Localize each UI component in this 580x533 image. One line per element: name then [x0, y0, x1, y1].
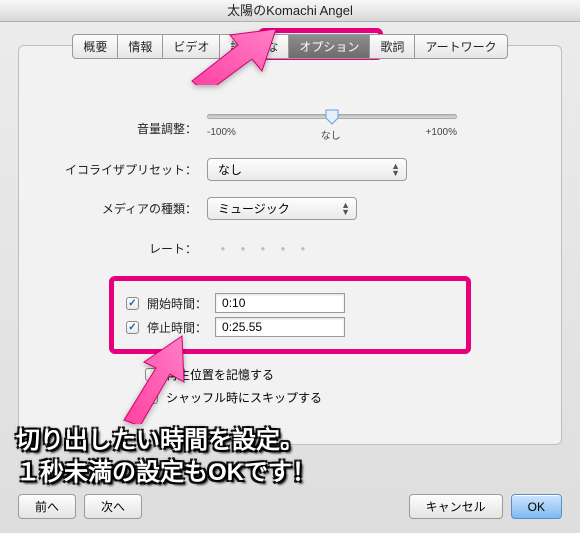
stop-time-checkbox[interactable]	[126, 321, 139, 334]
tab-options[interactable]: オプション	[288, 34, 369, 59]
volume-slider[interactable]	[207, 114, 457, 119]
rate-row: レート： ・・・・・	[39, 236, 541, 260]
volume-tick-labels: -100% なし +100%	[207, 127, 457, 142]
button-bar: 前へ 次へ キャンセル OK	[18, 494, 562, 519]
volume-max: +100%	[426, 127, 457, 142]
eq-select[interactable]: なし ▲▼	[207, 158, 407, 181]
ok-button[interactable]: OK	[511, 494, 562, 519]
shuffle-row: シャッフル時にスキップする	[145, 389, 541, 406]
media-select[interactable]: ミュージック ▲▼	[207, 197, 357, 220]
eq-row: イコライザプリセット： なし ▲▼	[39, 158, 541, 181]
updown-icon: ▲▼	[391, 163, 400, 177]
eq-label: イコライザプリセット：	[39, 161, 207, 178]
media-value: ミュージック	[218, 200, 290, 217]
annotation-caption: 切り出したい時間を設定。 １秒未満の設定もOKです！	[16, 425, 316, 489]
start-time-label: 開始時間：	[147, 295, 207, 312]
tab-info[interactable]: 情報	[117, 34, 162, 59]
window-title: 太陽のKomachi Angel	[0, 0, 580, 22]
volume-label: 音量調整：	[39, 120, 207, 137]
next-button[interactable]: 次へ	[84, 494, 142, 519]
volume-slider-wrap: -100% なし +100%	[207, 114, 541, 142]
media-row: メディアの種類： ミュージック ▲▼	[39, 197, 541, 220]
start-time-row: 開始時間：	[126, 293, 454, 313]
media-label: メディアの種類：	[39, 200, 207, 217]
volume-mid: なし	[321, 127, 341, 142]
volume-min: -100%	[207, 127, 236, 142]
eq-value: なし	[218, 161, 242, 178]
updown-icon: ▲▼	[341, 202, 350, 216]
cancel-button[interactable]: キャンセル	[409, 494, 503, 519]
annotation-arrow-icon	[116, 334, 196, 429]
rate-control[interactable]: ・・・・・	[207, 236, 541, 260]
stop-time-input[interactable]	[215, 317, 345, 337]
prev-button[interactable]: 前へ	[18, 494, 76, 519]
remember-row: 再生位置を記憶する	[145, 366, 541, 383]
stop-time-label: 停止時間：	[147, 319, 207, 336]
annotation-arrow-icon	[190, 25, 280, 90]
start-time-input[interactable]	[215, 293, 345, 313]
options-panel: 音量調整： -100% なし +100% イコライザプリセット： なし	[18, 45, 562, 445]
tab-overview[interactable]: 概要	[72, 34, 117, 59]
volume-slider-thumb[interactable]	[325, 109, 339, 125]
caption-line-2: １秒未満の設定もOKです！	[16, 457, 316, 489]
preferences-window: 太陽のKomachi Angel 概要 情報 ビデオ 読みがな オプション 歌詞…	[0, 0, 580, 533]
tab-bar: 概要 情報 ビデオ 読みがな オプション 歌詞 アートワーク	[0, 34, 580, 59]
caption-line-1: 切り出したい時間を設定。	[16, 425, 316, 457]
tab-artwork[interactable]: アートワーク	[414, 34, 507, 59]
rate-label: レート：	[39, 240, 207, 257]
volume-row: 音量調整： -100% なし +100%	[39, 114, 541, 142]
tab-lyrics[interactable]: 歌詞	[369, 34, 414, 59]
start-time-checkbox[interactable]	[126, 297, 139, 310]
